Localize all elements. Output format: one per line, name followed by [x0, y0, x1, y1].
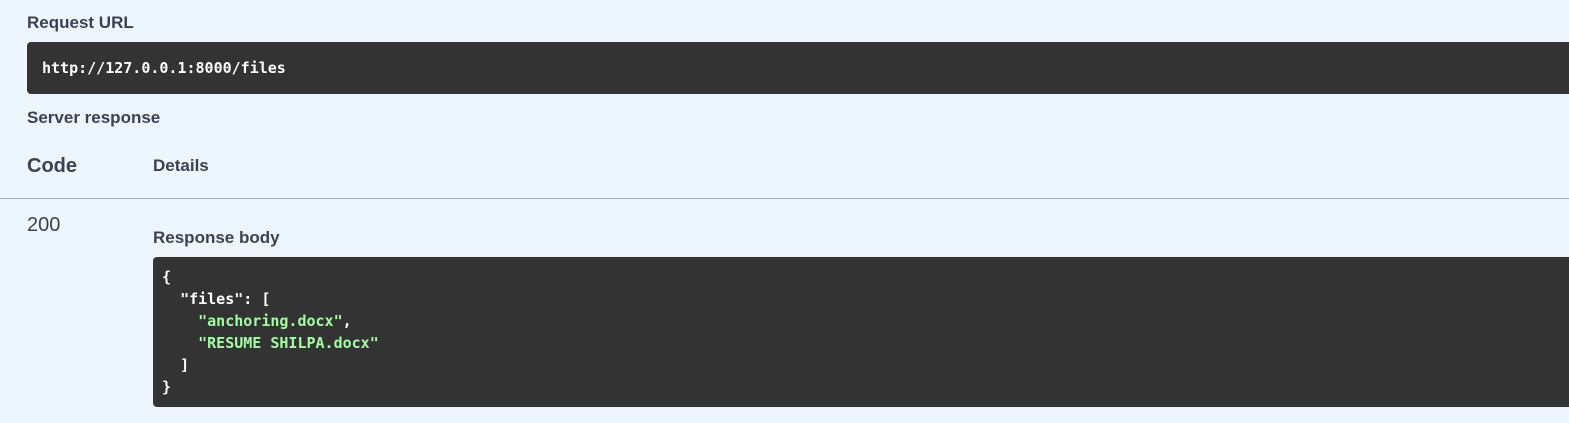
json-open-brace: { — [162, 268, 172, 286]
request-url-box: http://127.0.0.1:8000/files — [27, 42, 1569, 94]
json-files-sep: : [ — [243, 290, 271, 308]
json-line: { — [162, 266, 1569, 288]
json-line: ] — [162, 354, 1569, 376]
json-item-sep: , — [342, 312, 352, 330]
request-url-label: Request URL — [27, 13, 134, 32]
json-close-bracket: ] — [180, 356, 190, 374]
json-line: "RESUME SHILPA.docx" — [162, 332, 1569, 354]
json-line: "files": [ — [162, 288, 1569, 310]
table-divider — [0, 198, 1569, 199]
json-file-item: "anchoring.docx" — [198, 312, 343, 330]
details-column-header: Details — [153, 156, 209, 175]
json-line: "anchoring.docx", — [162, 310, 1569, 332]
json-file-item: "RESUME SHILPA.docx" — [198, 334, 379, 352]
json-files-key: "files" — [180, 290, 244, 308]
response-body-box[interactable]: { "files": [ "anchoring.docx", "RESUME S… — [153, 257, 1569, 407]
json-line: } — [162, 376, 1569, 398]
response-body-label: Response body — [153, 228, 280, 247]
swagger-response-panel: Request URL http://127.0.0.1:8000/files … — [0, 0, 1569, 423]
json-close-brace: } — [162, 378, 172, 396]
request-url-value[interactable]: http://127.0.0.1:8000/files — [42, 59, 286, 77]
response-status-code: 200 — [27, 214, 61, 236]
code-column-header: Code — [27, 155, 77, 177]
server-response-label: Server response — [27, 108, 161, 127]
